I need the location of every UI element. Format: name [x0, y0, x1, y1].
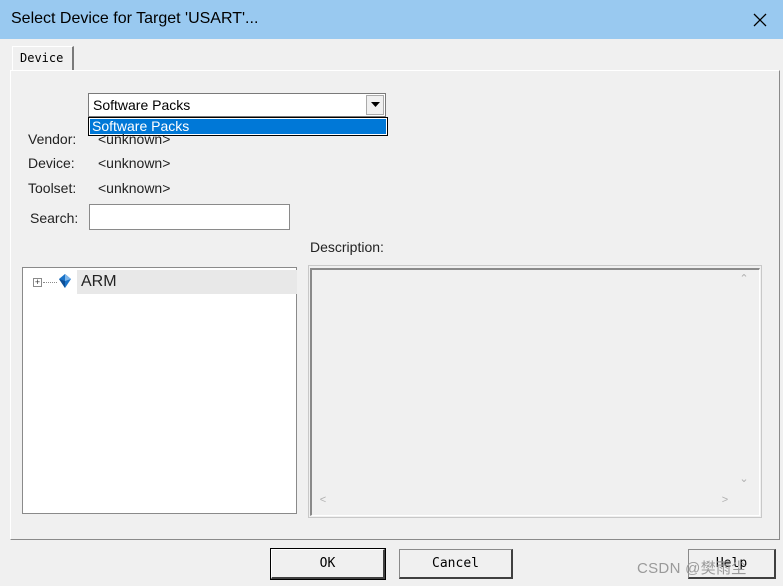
device-value: <unknown> [98, 155, 171, 171]
cancel-button[interactable]: Cancel [399, 549, 513, 579]
window-title: Select Device for Target 'USART'... [11, 10, 259, 27]
toolset-label: Toolset: [28, 180, 77, 196]
device-source-select[interactable]: Software Packs [88, 93, 386, 117]
ok-button[interactable]: OK [271, 549, 385, 579]
description-text-area[interactable] [310, 268, 760, 516]
dropdown-button[interactable] [366, 95, 384, 115]
tree-connector [43, 282, 57, 283]
tab-device[interactable]: Device [12, 46, 74, 71]
device-source-value: Software Packs [93, 97, 191, 113]
vendor-value: <unknown> [98, 131, 171, 147]
scroll-left-icon[interactable]: < [316, 494, 330, 508]
scroll-down-icon[interactable]: ⌄ [737, 472, 751, 486]
description-label: Description: [310, 239, 384, 255]
close-icon [753, 13, 767, 26]
watermark: CSDN @樊雨尘 [637, 560, 747, 577]
chevron-down-icon [370, 102, 380, 107]
search-label: Search: [30, 210, 79, 226]
scroll-up-icon[interactable]: ⌃ [737, 272, 751, 286]
vendor-diamond-icon [59, 274, 71, 288]
toolset-value: <unknown> [98, 180, 171, 196]
device-tree[interactable]: + ARM [22, 267, 297, 514]
close-button[interactable] [737, 0, 783, 39]
tree-item-arm[interactable]: + ARM [25, 270, 297, 294]
search-input[interactable] [89, 204, 290, 230]
title-bar: Select Device for Target 'USART'... [0, 0, 783, 39]
tree-item-label: ARM [81, 273, 117, 290]
device-label: Device: [28, 155, 75, 171]
expand-icon[interactable]: + [33, 278, 42, 287]
scroll-right-icon[interactable]: > [718, 494, 732, 508]
vendor-label: Vendor: [28, 131, 77, 147]
